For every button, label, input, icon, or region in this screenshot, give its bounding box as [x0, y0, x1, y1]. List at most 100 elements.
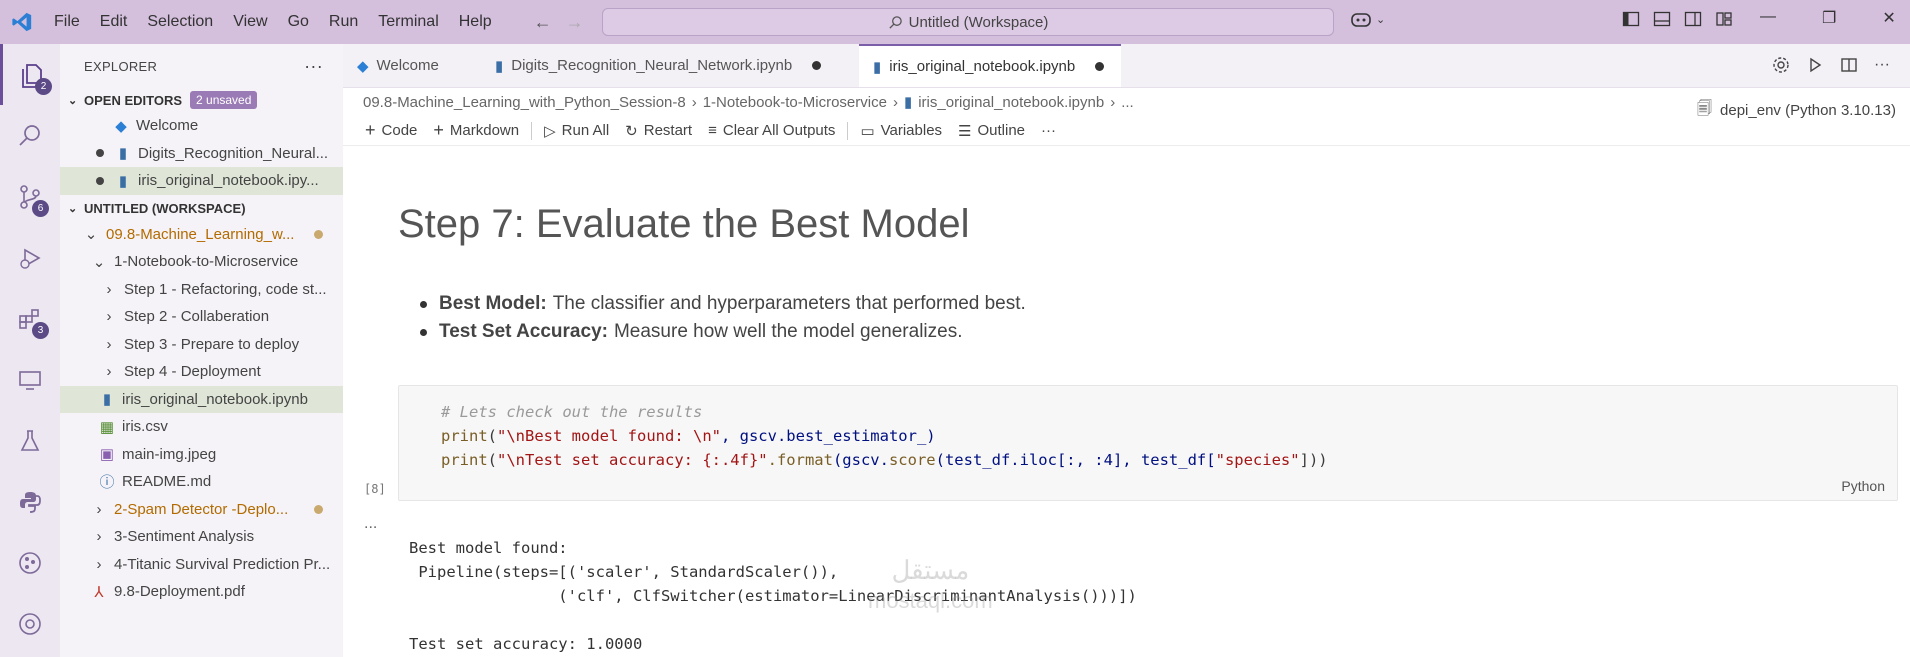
run-all-button[interactable]: ▷ Run All — [536, 122, 617, 140]
plus-icon: + — [433, 120, 444, 140]
extensions-activity[interactable]: 3 — [0, 288, 60, 349]
tree-file-iris-csv[interactable]: ▦ iris.csv — [60, 413, 343, 441]
tree-folder-spam[interactable]: › 2-Spam Detector -Deplo... — [60, 496, 343, 524]
git-graph-icon — [19, 551, 41, 574]
tree-label: Step 1 - Refactoring, code st... — [124, 280, 327, 298]
kernel-picker[interactable]: 🗐 depi_env (Python 3.10.13) — [1697, 98, 1896, 123]
tree-file-iris-notebook[interactable]: ▮ iris_original_notebook.ipynb — [60, 385, 343, 413]
tab-iris-notebook[interactable]: ▮ iris_original_notebook.ipynb — [859, 44, 1121, 87]
more-toolbar-button[interactable]: ··· — [1033, 122, 1064, 139]
toggle-primary-sidebar-icon[interactable] — [1622, 10, 1640, 28]
tree-folder-step1[interactable]: › Step 1 - Refactoring, code st... — [60, 276, 343, 304]
tree-label: iris_original_notebook.ipynb — [122, 390, 308, 408]
tab-digits-notebook[interactable]: ▮ Digits_Recognition_Neural_Network.ipyn… — [481, 44, 859, 87]
tab-welcome[interactable]: ◆ Welcome — [343, 44, 481, 87]
forward-arrow-icon[interactable]: → — [566, 12, 584, 33]
open-editor-digits[interactable]: ▮ Digits_Recognition_Neural... — [60, 140, 343, 168]
source-control-activity[interactable]: 6 — [0, 166, 60, 227]
gear-icon[interactable] — [1772, 56, 1790, 74]
customize-layout-icon[interactable] — [1715, 10, 1733, 28]
code-token: ])) — [1299, 451, 1328, 469]
tree-folder-step2[interactable]: › Step 2 - Collaberation — [60, 303, 343, 331]
tree-label: 3-Sentiment Analysis — [114, 528, 255, 546]
minimize-icon[interactable]: — — [1760, 8, 1776, 28]
copilot-button[interactable]: ⌄ — [1350, 10, 1385, 28]
container-icon — [19, 612, 41, 635]
toggle-panel-icon[interactable] — [1653, 10, 1671, 28]
git-graph-activity[interactable] — [0, 532, 60, 593]
run-icon[interactable] — [1806, 56, 1824, 74]
tree-folder-step4[interactable]: › Step 4 - Deployment — [60, 358, 343, 386]
add-code-button[interactable]: + Code — [357, 120, 425, 141]
menu-help[interactable]: Help — [449, 13, 502, 31]
workspace-section[interactable]: ⌄ UNTITLED (WORKSPACE) — [60, 197, 343, 221]
open-editors-section[interactable]: ⌄ OPEN EDITORS 2 unsaved — [60, 88, 343, 112]
menu-edit[interactable]: Edit — [90, 13, 138, 31]
vscode-icon: ◆ — [115, 117, 127, 135]
back-arrow-icon[interactable]: ← — [534, 12, 552, 33]
vscode-icon: ◆ — [357, 57, 369, 75]
tree-file-readme[interactable]: ⓘ README.md — [60, 468, 343, 496]
run-debug-activity[interactable] — [0, 227, 60, 288]
python-activity[interactable] — [0, 471, 60, 532]
explorer-badge: 2 — [35, 78, 52, 95]
clear-outputs-button[interactable]: ≡ Clear All Outputs — [700, 122, 843, 139]
search-activity[interactable] — [0, 105, 60, 166]
breadcrumb-item[interactable]: ... — [1121, 94, 1134, 111]
activity-bar: 2 6 3 — [0, 44, 60, 657]
split-editor-icon[interactable] — [1840, 56, 1858, 74]
menu-terminal[interactable]: Terminal — [368, 13, 448, 31]
testing-activity[interactable] — [0, 410, 60, 471]
menu-view[interactable]: View — [223, 13, 277, 31]
restore-icon[interactable]: ❐ — [1822, 8, 1836, 28]
code-editor[interactable]: # Lets check out the results print("\nBe… — [441, 400, 1328, 472]
code-cell[interactable]: # Lets check out the results print("\nBe… — [398, 385, 1898, 501]
breadcrumb-item[interactable]: 1-Notebook-to-Microservice — [703, 94, 887, 111]
tree-folder-notebook-to-microservice[interactable]: ⌄ 1-Notebook-to-Microservice — [60, 248, 343, 276]
close-icon[interactable]: ✕ — [1882, 8, 1895, 28]
more-actions-icon[interactable]: ··· — [304, 56, 323, 77]
tree-folder-titanic[interactable]: › 4-Titanic Survival Prediction Pr... — [60, 551, 343, 579]
title-bar: File Edit Selection View Go Run Terminal… — [0, 0, 1910, 44]
output-more-button[interactable]: ... — [364, 515, 377, 533]
tree-folder-step3[interactable]: › Step 3 - Prepare to deploy — [60, 331, 343, 359]
search-icon — [889, 15, 902, 29]
more-actions-icon[interactable]: ··· — [1874, 56, 1890, 74]
menu-run[interactable]: Run — [319, 13, 368, 31]
tree-folder-sentiment[interactable]: › 3-Sentiment Analysis — [60, 523, 343, 551]
divider — [531, 121, 533, 140]
restart-button[interactable]: ↻ Restart — [617, 122, 700, 140]
menu-file[interactable]: File — [44, 13, 90, 31]
chevron-right-icon: › — [106, 363, 112, 381]
variables-button[interactable]: ▭ Variables — [852, 122, 950, 140]
bullet-text: Measure how well the model generalizes. — [613, 321, 963, 342]
tree-file-main-img[interactable]: ▣ main-img.jpeg — [60, 441, 343, 469]
breadcrumb-item[interactable]: iris_original_notebook.ipynb — [918, 94, 1104, 111]
cell-language-picker[interactable]: Python — [1841, 478, 1885, 494]
chevron-down-icon: ⌄ — [68, 94, 78, 107]
chevron-right-icon: › — [1110, 93, 1116, 111]
command-center-search[interactable]: Untitled (Workspace) — [602, 8, 1334, 36]
docker-activity[interactable] — [0, 593, 60, 654]
breadcrumb-item[interactable]: 09.8-Machine_Learning_with_Python_Sessio… — [363, 94, 686, 111]
code-token: "\nBest model found: \n" — [497, 427, 721, 445]
variables-icon: ▭ — [860, 122, 875, 140]
tree-folder-root[interactable]: ⌄ 09.8-Machine_Learning_w... — [60, 221, 343, 249]
open-editor-iris[interactable]: ▮ iris_original_notebook.ipy... — [60, 167, 343, 195]
explorer-activity[interactable]: 2 — [0, 44, 60, 105]
notebook-toolbar: + Code + Markdown ▷ Run All ↻ Restart ≡ Clear… — [343, 116, 1910, 146]
remote-explorer-activity[interactable] — [0, 349, 60, 410]
menu-go[interactable]: Go — [278, 13, 319, 31]
outline-button[interactable]: ☰ Outline — [950, 122, 1033, 140]
modified-dot-icon — [314, 504, 323, 514]
copilot-icon — [1351, 13, 1371, 27]
open-editor-welcome[interactable]: ◆ Welcome — [60, 112, 343, 140]
tree-file-pdf[interactable]: ⅄ 9.8-Deployment.pdf — [60, 578, 343, 606]
notebook-icon: ▮ — [118, 172, 128, 190]
toggle-secondary-sidebar-icon[interactable] — [1684, 10, 1702, 28]
menu-bar: File Edit Selection View Go Run Terminal… — [44, 0, 502, 44]
modified-dot-icon — [314, 229, 323, 239]
menu-selection[interactable]: Selection — [137, 13, 223, 31]
add-markdown-button[interactable]: + Markdown — [425, 120, 527, 141]
tree-label: 2-Spam Detector -Deplo... — [114, 500, 289, 518]
